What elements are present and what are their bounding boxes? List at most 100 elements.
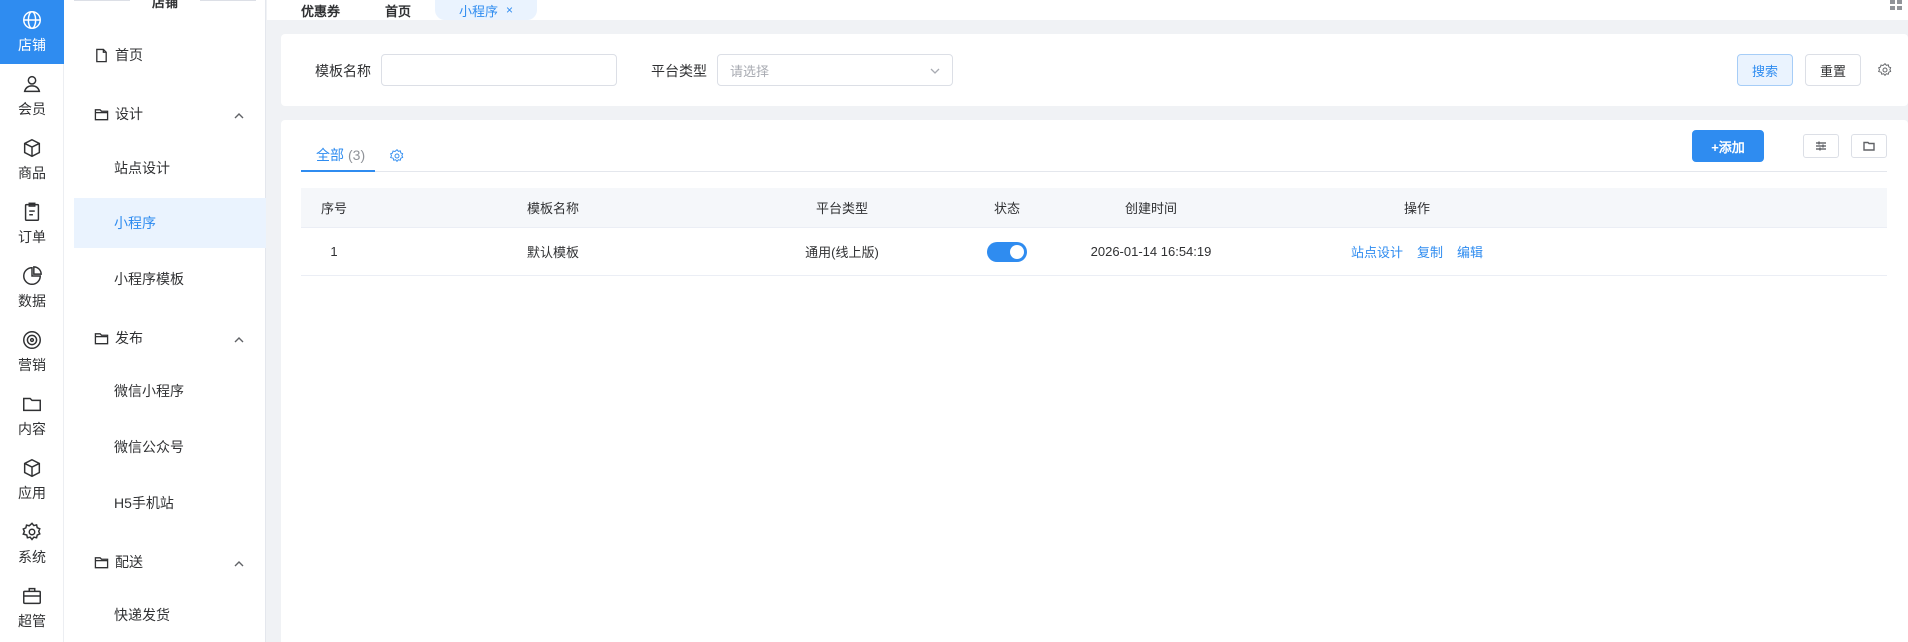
add-button[interactable]: +添加 bbox=[1692, 130, 1764, 162]
sidebar-item-home[interactable]: 首页 bbox=[74, 30, 266, 80]
rail-item-system[interactable]: 系统 bbox=[0, 512, 64, 576]
filter-settings-button[interactable] bbox=[1803, 134, 1839, 158]
site-design-link[interactable]: 站点设计 bbox=[1351, 242, 1403, 261]
rail-item-label: 商品 bbox=[18, 165, 46, 181]
rail-item-data[interactable]: 数据 bbox=[0, 256, 64, 320]
target-icon bbox=[21, 329, 43, 351]
rail-item-label: 店铺 bbox=[18, 37, 46, 53]
tab-all-label: 全部 bbox=[316, 147, 344, 163]
rail-item-super-admin[interactable]: 超管 bbox=[0, 576, 64, 640]
col-status: 状态 bbox=[993, 201, 1020, 216]
rail-item-label: 内容 bbox=[18, 421, 46, 437]
tab-mini-program[interactable]: 小程序 × bbox=[435, 0, 538, 20]
sidebar-item-express-delivery[interactable]: 快递发货 bbox=[74, 590, 266, 640]
tab-all[interactable]: 全部 (3) bbox=[301, 140, 377, 170]
secondary-sidebar: 店铺 首页 设计 站点设计 小程序 小程序模板 发布 微信小程序 微信公众号 H… bbox=[64, 0, 266, 642]
rail-item-label: 超管 bbox=[18, 613, 46, 629]
pie-chart-icon bbox=[21, 265, 43, 287]
sidebar-item-label: H5手机站 bbox=[114, 495, 174, 511]
cell-template-name: 默认模板 bbox=[526, 245, 579, 260]
tab-label: 小程序 bbox=[459, 3, 499, 19]
rail-item-member[interactable]: 会员 bbox=[0, 64, 64, 128]
tab-active-indicator bbox=[301, 170, 375, 172]
grid-icon[interactable] bbox=[1890, 0, 1902, 10]
platform-type-label: 平台类型 bbox=[651, 63, 707, 79]
tab-label: 首页 bbox=[385, 3, 412, 19]
sidebar-item-mini-program-template[interactable]: 小程序模板 bbox=[74, 254, 266, 304]
sidebar-item-site-design[interactable]: 站点设计 bbox=[74, 143, 266, 193]
platform-type-select[interactable]: 请选择 bbox=[717, 54, 953, 86]
platform-type-placeholder: 请选择 bbox=[730, 63, 770, 79]
cell-platform-type: 通用(线上版) bbox=[805, 245, 879, 260]
sidebar-group-design[interactable]: 设计 bbox=[74, 89, 266, 139]
sidebar-group-delivery[interactable]: 配送 bbox=[74, 537, 266, 587]
briefcase-icon bbox=[21, 585, 43, 607]
gear-icon[interactable] bbox=[1877, 62, 1893, 78]
chevron-up-icon bbox=[234, 556, 244, 567]
rail-item-label: 营销 bbox=[18, 357, 46, 373]
search-panel: 模板名称 平台类型 请选择 搜索 重置 bbox=[281, 34, 1908, 106]
template-name-input[interactable] bbox=[381, 54, 617, 86]
col-actions: 操作 bbox=[1403, 201, 1430, 216]
tab-home[interactable]: 首页 bbox=[385, 0, 411, 20]
box-icon bbox=[21, 137, 43, 159]
tab-settings-gear-icon[interactable] bbox=[389, 148, 405, 164]
sidebar-header-title: 店铺 bbox=[151, 0, 178, 10]
sidebar-header: 店铺 bbox=[74, 0, 256, 10]
edit-link[interactable]: 编辑 bbox=[1457, 242, 1483, 261]
rail-item-content[interactable]: 内容 bbox=[0, 384, 64, 448]
tab-coupon[interactable]: 优惠券 bbox=[301, 0, 340, 20]
reset-button[interactable]: 重置 bbox=[1805, 54, 1861, 86]
rail-item-label: 会员 bbox=[18, 101, 46, 117]
cell-actions: 站点设计 复制 编辑 bbox=[1301, 228, 1533, 275]
table-row: 1 默认模板 通用(线上版) 2026-01-14 16:54:19 站点设计 … bbox=[301, 228, 1887, 276]
cube-icon bbox=[21, 457, 43, 479]
tab-label: 优惠券 bbox=[301, 3, 341, 19]
cell-status bbox=[967, 228, 1047, 275]
folder-icon bbox=[1863, 141, 1875, 151]
globe-icon bbox=[21, 9, 43, 31]
sidebar-item-label: 站点设计 bbox=[114, 160, 170, 176]
chevron-down-icon bbox=[930, 68, 940, 74]
user-icon bbox=[21, 73, 43, 95]
col-platform-type: 平台类型 bbox=[815, 201, 868, 216]
sidebar-group-publish[interactable]: 发布 bbox=[74, 313, 266, 363]
rail-item-goods[interactable]: 商品 bbox=[0, 128, 64, 192]
page-tabs-bar: 优惠券 首页 小程序 × bbox=[267, 0, 1908, 20]
col-created-time: 创建时间 bbox=[1124, 201, 1177, 216]
gear-icon bbox=[21, 521, 43, 543]
sidebar-item-label: 微信小程序 bbox=[114, 383, 184, 399]
rail-item-marketing[interactable]: 营销 bbox=[0, 320, 64, 384]
chevron-up-icon bbox=[234, 332, 244, 343]
sidebar-item-label: 小程序 bbox=[114, 215, 156, 231]
sidebar-item-wechat-mini-program[interactable]: 微信小程序 bbox=[74, 366, 266, 416]
close-icon[interactable]: × bbox=[506, 3, 513, 17]
tab-divider bbox=[301, 171, 1887, 172]
table-header: 序号 模板名称 平台类型 状态 创建时间 操作 bbox=[301, 188, 1887, 228]
search-button[interactable]: 搜索 bbox=[1737, 54, 1793, 86]
col-template-name: 模板名称 bbox=[526, 201, 579, 216]
sidebar-item-h5-site[interactable]: H5手机站 bbox=[74, 478, 266, 528]
sidebar-item-label: 配送 bbox=[115, 554, 143, 570]
sidebar-item-label: 小程序模板 bbox=[114, 271, 184, 287]
template-list-panel: 全部 (3) +添加 序号 模板名称 平台类型 状态 创建时间 操作 1 默认模… bbox=[281, 120, 1908, 642]
cell-created-time: 2026-01-14 16:54:19 bbox=[1090, 244, 1212, 259]
chevron-up-icon bbox=[234, 108, 244, 119]
copy-link[interactable]: 复制 bbox=[1417, 242, 1443, 261]
rail-item-apps[interactable]: 应用 bbox=[0, 448, 64, 512]
cell-index: 1 bbox=[330, 244, 338, 259]
clipboard-icon bbox=[21, 201, 43, 223]
rail-item-store[interactable]: 店铺 bbox=[0, 0, 64, 64]
sidebar-item-label: 快递发货 bbox=[114, 607, 170, 623]
sidebar-item-mini-program[interactable]: 小程序 bbox=[74, 198, 266, 248]
rail-item-order[interactable]: 订单 bbox=[0, 192, 64, 256]
sidebar-item-label: 设计 bbox=[115, 106, 143, 122]
sidebar-item-wechat-official-account[interactable]: 微信公众号 bbox=[74, 422, 266, 472]
sidebar-item-label: 微信公众号 bbox=[114, 439, 184, 455]
col-index: 序号 bbox=[320, 201, 347, 216]
status-toggle[interactable] bbox=[987, 241, 1027, 262]
folder-button[interactable] bbox=[1851, 134, 1887, 158]
folder-icon bbox=[94, 556, 109, 568]
folder-icon bbox=[94, 108, 109, 120]
folder-icon bbox=[94, 332, 109, 344]
